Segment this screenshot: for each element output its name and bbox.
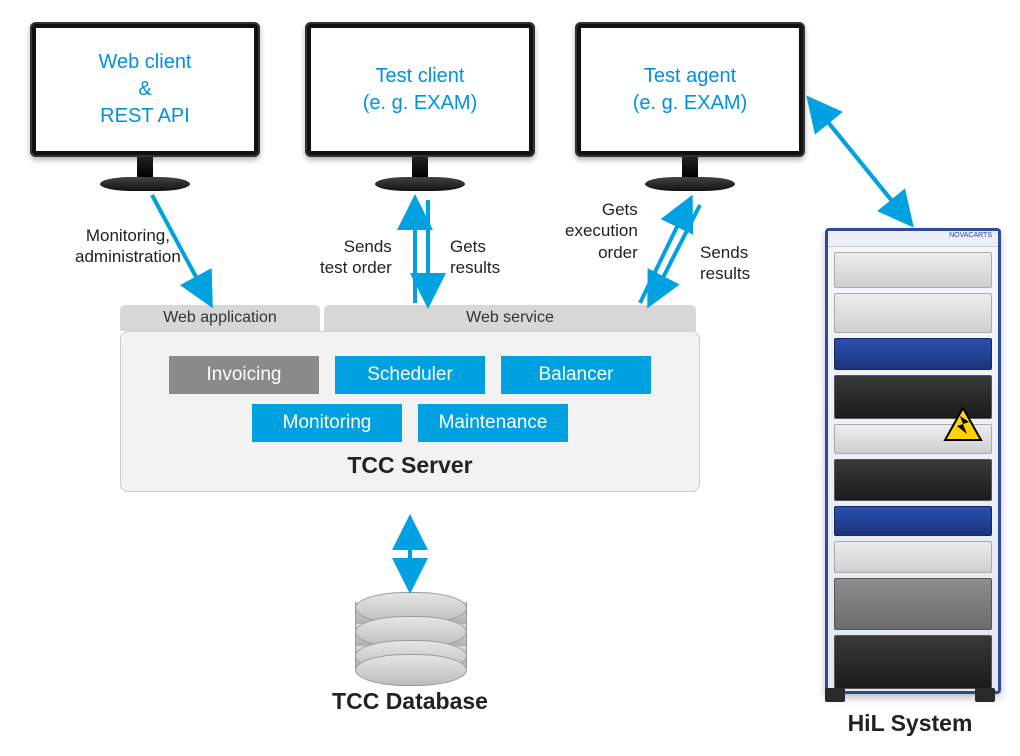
rack-feet (825, 688, 995, 706)
monitor-bezel: Test agent (e. g. EXAM) (575, 22, 805, 157)
label-gets-exec-order: Gets execution order (565, 199, 638, 263)
tab-web-service: Web service (324, 305, 696, 331)
monitor-test-agent: Test agent (e. g. EXAM) (575, 22, 805, 191)
module-monitoring: Monitoring (252, 404, 402, 442)
server-box: Invoicing Scheduler Balancer Monitoring … (120, 331, 700, 492)
rack-unit (834, 293, 992, 333)
monitor-screen-web-client: Web client & REST API (36, 28, 254, 151)
monitor-text: Test client (e. g. EXAM) (363, 63, 477, 117)
label-sends-results: Sends results (700, 242, 750, 285)
hazard-icon (942, 406, 984, 442)
monitor-web-client: Web client & REST API (30, 22, 260, 191)
module-balancer: Balancer (501, 356, 651, 394)
monitor-text: Web client & REST API (98, 49, 191, 130)
monitor-screen-test-client: Test client (e. g. EXAM) (311, 28, 529, 151)
monitor-screen-test-agent: Test agent (e. g. EXAM) (581, 28, 799, 151)
module-invoicing: Invoicing (169, 356, 319, 394)
server-modules-row2: Monitoring Maintenance (149, 404, 671, 442)
arrow-agent-rack-down (810, 100, 910, 223)
server-title: TCC Server (149, 452, 671, 479)
monitor-bezel: Test client (e. g. EXAM) (305, 22, 535, 157)
hil-rack: NOVACARTS (825, 228, 1001, 694)
rack-unit (834, 506, 992, 536)
hil-label: HiL System (840, 710, 980, 737)
database-icon (355, 592, 465, 677)
rack-brand: NOVACARTS (828, 231, 998, 247)
tab-web-application: Web application (120, 305, 320, 331)
label-monitoring-admin: Monitoring, administration (75, 225, 181, 268)
rack-unit (834, 578, 992, 630)
rack-unit (834, 338, 992, 370)
server-tabs: Web application Web service (120, 305, 700, 331)
arrow-testagent-down (650, 205, 700, 303)
monitor-test-client: Test client (e. g. EXAM) (305, 22, 535, 191)
module-scheduler: Scheduler (335, 356, 485, 394)
monitor-bezel: Web client & REST API (30, 22, 260, 157)
database-label: TCC Database (325, 688, 495, 715)
rack-unit (834, 635, 992, 689)
arrow-testagent-up (640, 200, 690, 303)
rack-unit (834, 541, 992, 573)
rack-unit (834, 252, 992, 288)
rack-unit (834, 459, 992, 501)
server-modules-row1: Invoicing Scheduler Balancer (149, 356, 671, 394)
label-sends-test-order: Sends test order (320, 236, 392, 279)
arrow-agent-rack-up (810, 100, 910, 223)
module-maintenance: Maintenance (418, 404, 568, 442)
monitor-text: Test agent (e. g. EXAM) (633, 63, 747, 117)
tcc-server-container: Web application Web service Invoicing Sc… (120, 305, 700, 492)
label-gets-results: Gets results (450, 236, 500, 279)
